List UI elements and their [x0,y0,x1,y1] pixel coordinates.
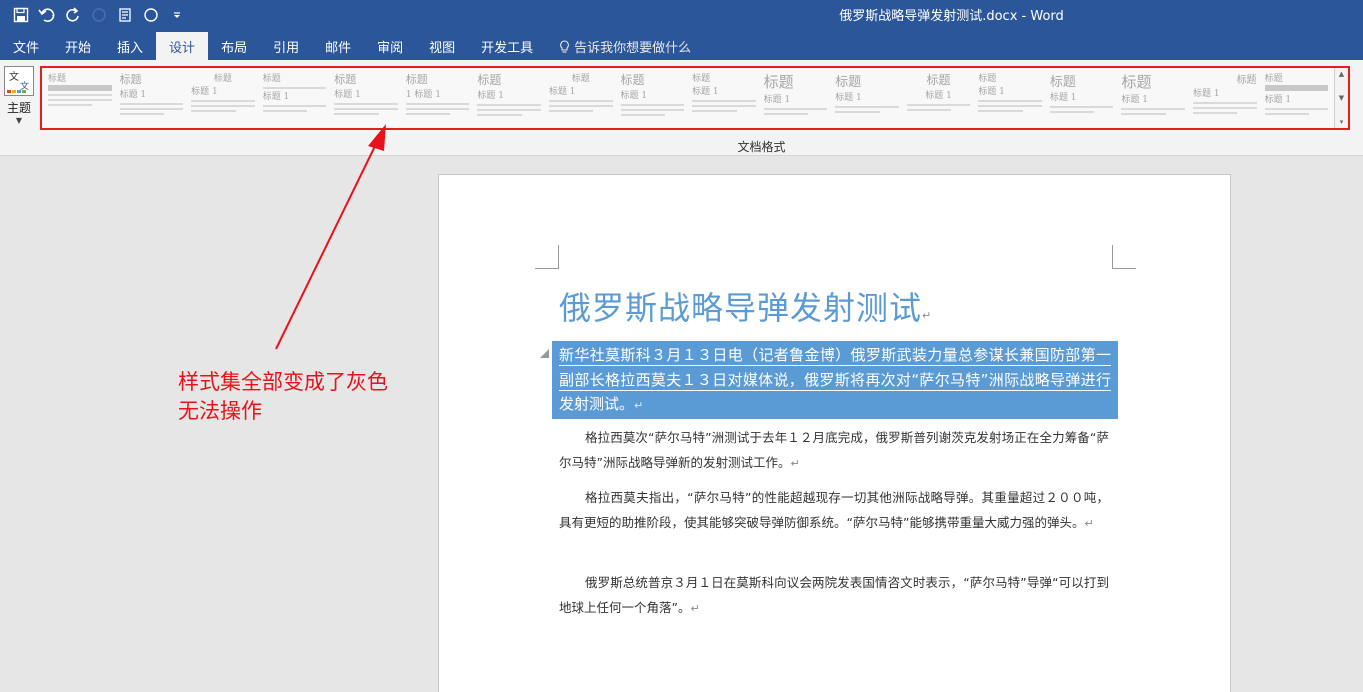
style-set-item: 标题 1 标题 1 [402,70,474,126]
style-set-item: 标题 标题 1 [974,70,1046,126]
body-paragraph[interactable]: 格拉西莫夫指出，“萨尔马特”的性能超越现存一切其他洲际战略导弹。其重量超过２００… [559,486,1109,536]
document-heading[interactable]: 俄罗斯战略导弹发射测试↵ [559,283,932,329]
style-set-item: 标题 标题 1 [903,70,975,126]
gallery-scrollbar[interactable]: ▲ ▼ ▾ [1334,68,1348,128]
tab-insert[interactable]: 插入 [104,32,156,60]
tab-view[interactable]: 视图 [416,32,468,60]
chevron-down-icon[interactable]: ▼ [1339,94,1344,102]
style-set-item: 标题 [44,70,116,126]
expand-gallery-icon[interactable]: ▾ [1340,118,1344,126]
document-page[interactable]: 俄罗斯战略导弹发射测试↵ 新华社莫斯科３月１３日电（记者鲁金博）俄罗斯武装力量总… [438,174,1231,692]
annotation-line: 样式集全部变成了灰色 [178,370,388,394]
style-set-item: 标题 标题 1 [1117,70,1189,126]
tab-file[interactable]: 文件 [0,32,52,60]
style-set-item: 标题 标题 1 [831,70,903,126]
margin-corner-mark [1112,245,1136,269]
themes-label: 主题 [6,101,31,115]
style-set-item: 标题 标题 1 [330,70,402,126]
group-label-document-formatting: 文档格式 [737,140,786,154]
title-bar: 俄罗斯战略导弹发射测试.docx - Word [0,0,1363,32]
style-set-item: 标题 标题 1 [688,70,760,126]
ribbon-tabs: 文件 开始 插入 设计 布局 引用 邮件 审阅 视图 开发工具 告诉我你想要做什… [0,32,1363,60]
tab-mailings[interactable]: 邮件 [312,32,364,60]
style-set-gallery: 标题 标题 标题 1 标题 标题 1 标题 标题 1 标题 标题 1 标题 1 标题 1 … [40,66,1350,130]
body-paragraph[interactable]: 格拉西莫次“萨尔马特”洲测试于去年１２月底完成，俄罗斯普列谢茨克发射场正在全力筹… [559,426,1109,476]
tell-me-label: 告诉我你想要做什么 [574,40,692,56]
chevron-up-icon[interactable]: ▲ [1339,70,1344,78]
tab-layout[interactable]: 布局 [208,32,260,60]
themes-button[interactable]: 文文 主题 ▼ [2,66,36,136]
paragraph-anchor-icon [540,349,549,358]
style-set-item: 标题 标题 1 [116,70,188,126]
svg-text:文: 文 [9,70,19,83]
style-set-item: 标题 标题 1 [617,70,689,126]
annotation-line: 无法操作 [178,399,262,423]
lightbulb-icon [559,39,570,53]
style-set-item: 标题 标题 1 [1046,70,1118,126]
tab-developer[interactable]: 开发工具 [468,32,546,60]
style-set-item: 标题 标题 1 [545,70,617,126]
chevron-down-icon: ▼ [15,116,23,125]
style-set-list: 标题 标题 标题 1 标题 标题 1 标题 标题 1 标题 标题 1 标题 1 标题 1 … [44,70,1332,126]
style-set-item: 标题 标题 1 [187,70,259,126]
tab-home[interactable]: 开始 [52,32,104,60]
style-set-item: 标题 标题 1 [1261,70,1332,126]
ribbon-design: 文文 主题 ▼ 标题 标题 标题 1 标题 标题 1 标题 标题 1 标题 标题 1 标… [0,60,1363,156]
body-paragraph[interactable]: 俄罗斯总统普京３月１日在莫斯科向议会两院发表国情咨文时表示，“萨尔马特”导弹“可… [559,571,1109,621]
themes-icon: 文文 [4,66,34,96]
style-set-item: 标题 标题 1 [1189,70,1261,126]
selected-paragraph[interactable]: 新华社莫斯科３月１３日电（记者鲁金博）俄罗斯武装力量总参谋长兼国防部第一副部长格… [559,343,1111,419]
window-title: 俄罗斯战略导弹发射测试.docx - Word [839,9,1064,24]
annotation-text: 样式集全部变成了灰色 无法操作 [178,368,388,426]
margin-corner-mark [535,245,559,269]
tab-references[interactable]: 引用 [260,32,312,60]
style-set-item: 标题 标题 1 [760,70,832,126]
tab-design[interactable]: 设计 [156,32,209,60]
tab-review[interactable]: 审阅 [364,32,416,60]
style-set-item: 标题 标题 1 [473,70,545,126]
tell-me-search[interactable]: 告诉我你想要做什么 [546,32,704,60]
style-set-item: 标题 标题 1 [259,70,331,126]
